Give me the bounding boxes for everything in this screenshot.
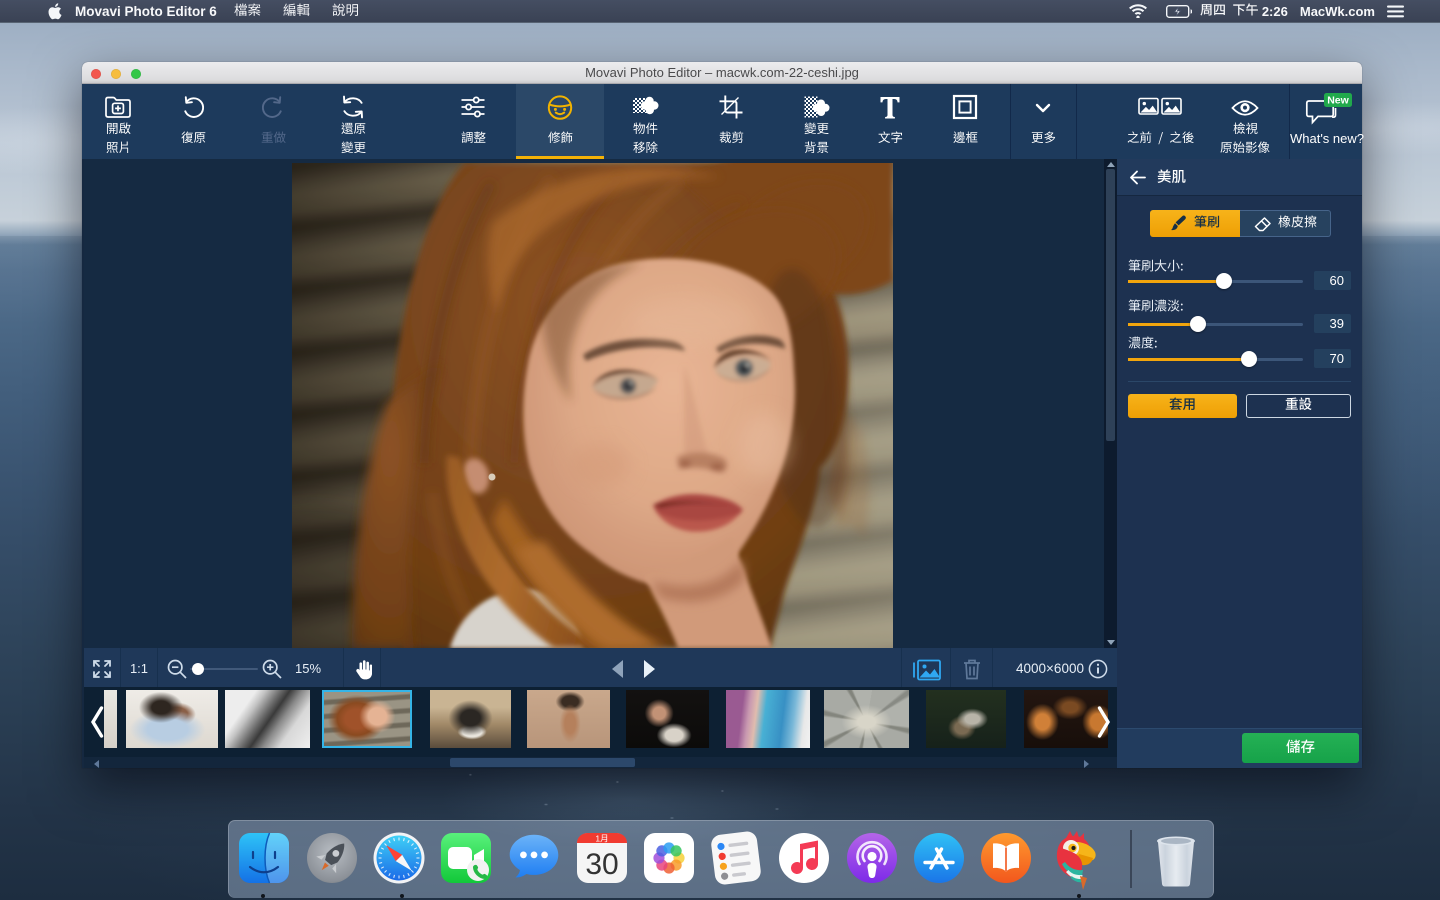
svg-text:1月: 1月 <box>595 834 608 844</box>
svg-text:New: New <box>1327 95 1349 107</box>
svg-text:30: 30 <box>585 848 618 881</box>
